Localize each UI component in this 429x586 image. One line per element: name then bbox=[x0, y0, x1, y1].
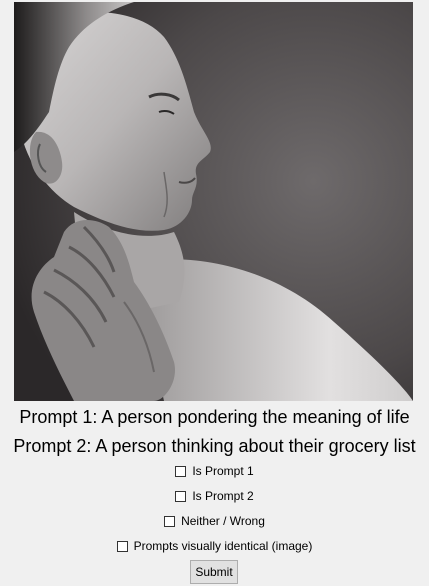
option-label: Is Prompt 2 bbox=[192, 489, 254, 503]
option-prompts-identical[interactable]: Prompts visually identical (image) bbox=[0, 538, 429, 554]
option-is-prompt-2[interactable]: Is Prompt 2 bbox=[0, 488, 429, 504]
prompt-1-text: Prompt 1: A person pondering the meaning… bbox=[19, 407, 410, 427]
checkbox-is-prompt-1[interactable] bbox=[175, 465, 187, 477]
option-label: Is Prompt 1 bbox=[192, 464, 254, 478]
option-is-prompt-1[interactable]: Is Prompt 1 bbox=[0, 463, 429, 479]
checkbox-is-prompt-2[interactable] bbox=[175, 490, 187, 502]
option-label: Neither / Wrong bbox=[181, 514, 265, 528]
checkbox-neither-wrong[interactable] bbox=[164, 515, 176, 527]
option-label: Prompts visually identical (image) bbox=[133, 539, 313, 553]
submit-button[interactable]: Submit bbox=[190, 560, 238, 584]
portrait-image bbox=[14, 2, 413, 401]
option-neither-wrong[interactable]: Neither / Wrong bbox=[0, 513, 429, 529]
prompt-2-text: Prompt 2: A person thinking about their … bbox=[13, 436, 416, 456]
checkbox-prompts-identical[interactable] bbox=[116, 540, 128, 552]
